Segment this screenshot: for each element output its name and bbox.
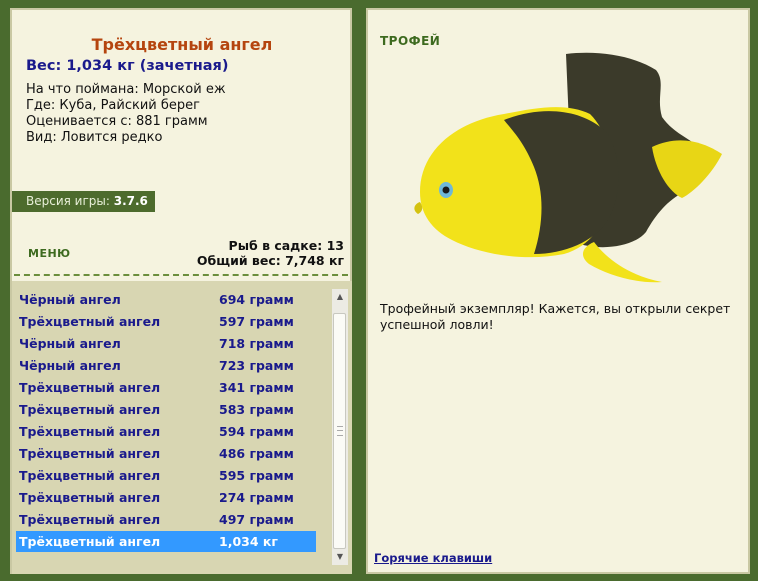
keep-count: Рыб в садке: 13 bbox=[228, 238, 344, 253]
catch-list-row[interactable]: Чёрный ангел 694 грамм bbox=[16, 289, 316, 310]
catch-list-row[interactable]: Трёхцветный ангел 597 грамм bbox=[16, 311, 316, 332]
catch-fish-name: Трёхцветный ангел bbox=[19, 380, 161, 395]
game-version-bar: Версия игры: 3.7.6 bbox=[12, 191, 155, 212]
catch-fish-weight: 486 грамм bbox=[219, 446, 294, 461]
fish-weight: Вес: 1,034 кг (зачетная) bbox=[26, 58, 229, 74]
catch-list[interactable]: Чёрный ангел 694 грамм Трёхцветный ангел 59… bbox=[12, 281, 352, 574]
catch-fish-name: Трёхцветный ангел bbox=[19, 468, 161, 483]
rarity-info: Вид: Ловится редко bbox=[26, 130, 163, 145]
total-weight: Общий вес: 7,748 кг bbox=[196, 253, 344, 268]
catch-fish-weight: 595 грамм bbox=[219, 468, 294, 483]
min-weight-info: Оценивается с: 881 грамм bbox=[26, 114, 208, 129]
catch-fish-name: Трёхцветный ангел bbox=[19, 512, 161, 527]
catch-list-row[interactable]: Трёхцветный ангел 583 грамм bbox=[16, 399, 316, 420]
catch-fish-name: Трёхцветный ангел bbox=[19, 424, 161, 439]
catch-list-row[interactable]: Трёхцветный ангел 594 грамм bbox=[16, 421, 316, 442]
catch-list-row[interactable]: Чёрный ангел 718 грамм bbox=[16, 333, 316, 354]
version-value: 3.7.6 bbox=[113, 194, 148, 208]
catch-fish-name: Чёрный ангел bbox=[19, 292, 121, 307]
catch-fish-name: Трёхцветный ангел bbox=[19, 402, 161, 417]
grip-icon bbox=[337, 426, 343, 436]
fish-info-panel: Трёхцветный ангел Вес: 1,034 кг (зачетна… bbox=[10, 8, 352, 574]
catch-list-row[interactable]: Трёхцветный ангел 274 грамм bbox=[16, 487, 316, 508]
dashed-divider bbox=[14, 274, 348, 276]
catch-fish-name: Трёхцветный ангел bbox=[19, 446, 161, 461]
catch-list-row[interactable]: Трёхцветный ангел 595 грамм bbox=[16, 465, 316, 486]
catch-fish-weight: 341 грамм bbox=[219, 380, 294, 395]
scroll-down-arrow-icon[interactable]: ▼ bbox=[332, 549, 348, 565]
catch-fish-weight: 718 грамм bbox=[219, 336, 294, 351]
catch-list-row[interactable]: Трёхцветный ангел 497 грамм bbox=[16, 509, 316, 530]
catch-fish-weight: 723 грамм bbox=[219, 358, 294, 373]
catch-fish-weight: 694 грамм bbox=[219, 292, 294, 307]
catch-fish-weight: 594 грамм bbox=[219, 424, 294, 439]
catch-fish-name: Чёрный ангел bbox=[19, 358, 121, 373]
version-label: Версия игры: bbox=[26, 194, 110, 208]
catch-list-row[interactable]: Трёхцветный ангел 486 грамм bbox=[16, 443, 316, 464]
bait-info: На что поймана: Морской еж bbox=[26, 82, 226, 97]
catch-fish-weight: 497 грамм bbox=[219, 512, 294, 527]
location-info: Где: Куба, Райский берег bbox=[26, 98, 200, 113]
trophy-description: Трофейный экземпляр! Кажется, вы открыли… bbox=[380, 301, 731, 332]
catch-fish-weight: 1,034 кг bbox=[219, 534, 278, 549]
catch-fish-name: Трёхцветный ангел bbox=[19, 534, 161, 549]
fish-image bbox=[414, 52, 722, 283]
fish-title: Трёхцветный ангел bbox=[91, 35, 273, 54]
scrollbar-thumb[interactable] bbox=[333, 313, 346, 549]
catch-fish-weight: 274 грамм bbox=[219, 490, 294, 505]
menu-button[interactable]: МЕНЮ bbox=[28, 247, 71, 260]
catch-fish-weight: 597 грамм bbox=[219, 314, 294, 329]
catch-list-row[interactable]: Трёхцветный ангел 341 грамм bbox=[16, 377, 316, 398]
keep-stats: Рыб в садке: 13 Общий вес: 7,748 кг bbox=[197, 238, 344, 268]
catch-list-scrollbar[interactable]: ▲ ▼ bbox=[332, 289, 348, 565]
catch-fish-name: Трёхцветный ангел bbox=[19, 314, 161, 329]
hotkeys-link[interactable]: Горячие клавиши bbox=[374, 551, 492, 565]
scroll-up-arrow-icon[interactable]: ▲ bbox=[332, 289, 348, 305]
catch-list-row[interactable]: Чёрный ангел 723 грамм bbox=[16, 355, 316, 376]
catch-fish-name: Чёрный ангел bbox=[19, 336, 121, 351]
catch-fish-weight: 583 грамм bbox=[219, 402, 294, 417]
catch-fish-name: Трёхцветный ангел bbox=[19, 490, 161, 505]
trophy-panel: ТРОФЕЙ Трофейный экземпляр! Кажется, вы … bbox=[366, 8, 750, 574]
catch-list-row[interactable]: Трёхцветный ангел 1,034 кг bbox=[16, 531, 316, 552]
